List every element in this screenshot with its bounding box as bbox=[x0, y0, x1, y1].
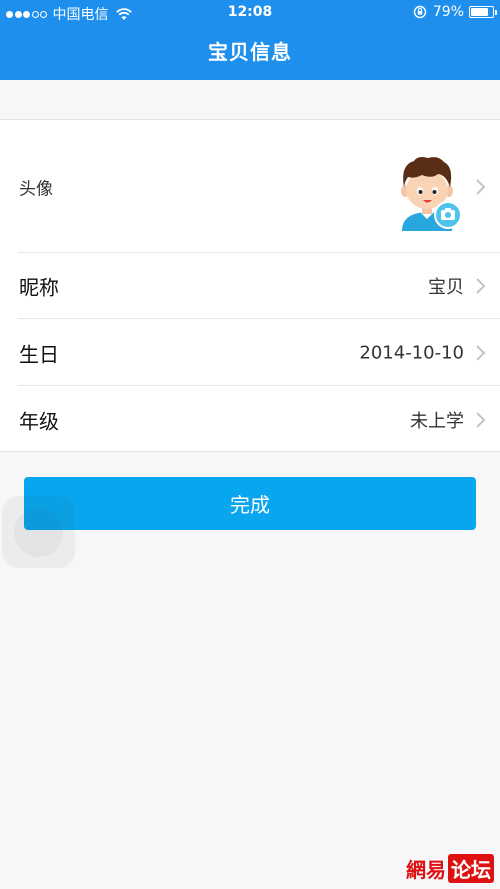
battery-icon bbox=[469, 6, 497, 18]
avatar-label: 头像 bbox=[19, 179, 53, 199]
birthday-label: 生日 bbox=[19, 342, 59, 366]
watermark-text-1: 網易 bbox=[406, 858, 446, 882]
chevron-right-icon bbox=[476, 411, 486, 428]
page-title: 宝贝信息 bbox=[208, 40, 292, 64]
grade-value: 未上学 bbox=[410, 410, 464, 432]
battery-percent: 79% bbox=[432, 4, 464, 20]
watermark-text-2: 论坛 bbox=[448, 854, 494, 883]
chevron-right-icon bbox=[476, 344, 486, 361]
baby-info-form: 头像 昵称 宝贝 生日 2014-10-10 年级 未上学 bbox=[0, 119, 500, 452]
assistive-touch-button[interactable] bbox=[2, 496, 75, 568]
chevron-right-icon bbox=[476, 278, 486, 294]
chevron-right-icon bbox=[476, 178, 486, 195]
avatar[interactable] bbox=[392, 155, 462, 231]
nickname-row[interactable]: 昵称 宝贝 bbox=[0, 253, 500, 319]
battery-fill bbox=[471, 8, 488, 16]
nickname-label: 昵称 bbox=[19, 275, 59, 300]
assistive-touch-icon bbox=[14, 508, 63, 557]
grade-row[interactable]: 年级 未上学 bbox=[0, 386, 500, 453]
orientation-lock-icon bbox=[413, 5, 427, 19]
birthday-value: 2014-10-10 bbox=[359, 342, 464, 363]
avatar-row[interactable]: 头像 bbox=[0, 120, 500, 253]
nickname-value: 宝贝 bbox=[428, 277, 464, 298]
watermark-logo: 網易 论坛 bbox=[406, 854, 494, 883]
grade-label: 年级 bbox=[19, 409, 59, 433]
birthday-row[interactable]: 生日 2014-10-10 bbox=[0, 319, 500, 386]
status-right: 79% bbox=[413, 4, 497, 20]
done-button[interactable]: 完成 bbox=[24, 477, 476, 530]
status-bar: 中国电信 12:08 79% bbox=[0, 0, 500, 26]
